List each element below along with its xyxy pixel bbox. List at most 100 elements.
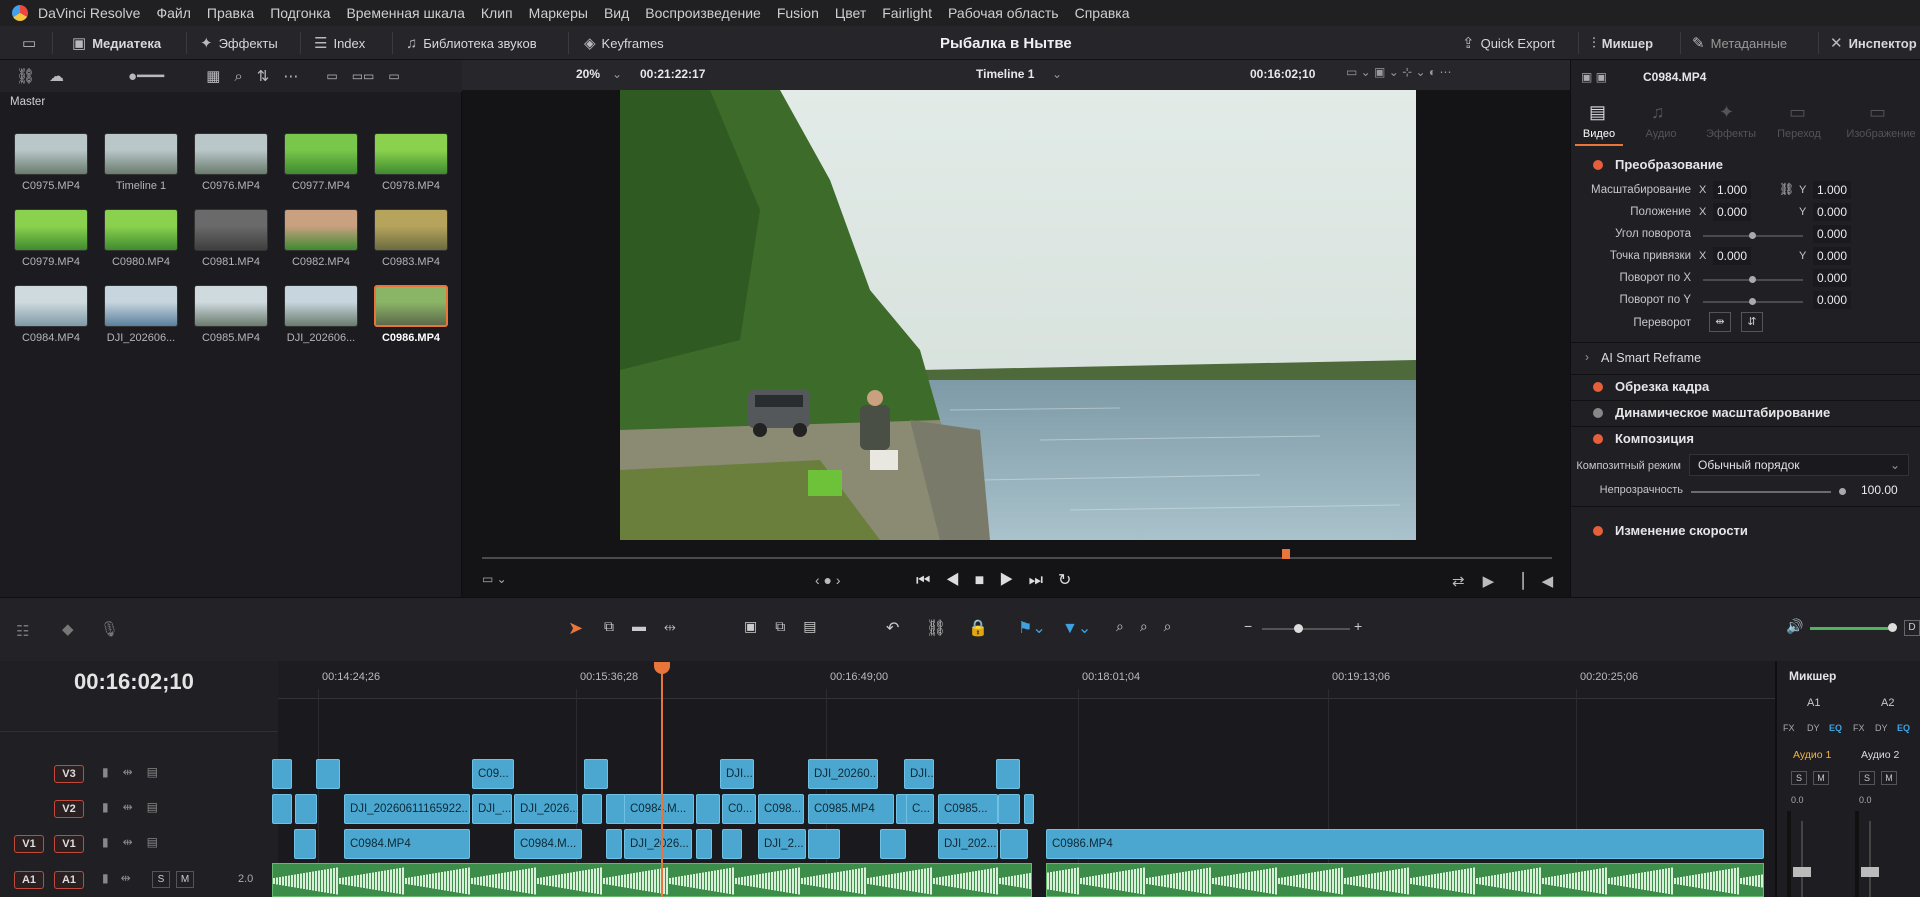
timeline-clip[interactable] bbox=[722, 829, 742, 859]
crop-mode-icon[interactable]: ▭ ⌄ bbox=[482, 572, 507, 586]
track-v1-controls[interactable]: ▮⇹▤ bbox=[102, 835, 172, 849]
media-clip-thumbnail[interactable]: Timeline 1 bbox=[104, 133, 178, 192]
media-clip-thumbnail[interactable]: C0978.MP4 bbox=[374, 133, 448, 192]
timeline-select[interactable]: Timeline 1 bbox=[976, 67, 1034, 81]
flip-vertical-icon[interactable]: ⇵ bbox=[1741, 312, 1763, 332]
jog-control[interactable]: ‹ ● › bbox=[815, 572, 841, 588]
linked-selection-icon[interactable]: ⛓ bbox=[926, 618, 946, 638]
zoom-mode-icons[interactable]: ⌕⌕⌕ bbox=[1116, 618, 1188, 635]
link-icon[interactable]: ⛓ bbox=[16, 69, 35, 84]
source-a1-label[interactable]: A1 bbox=[14, 871, 44, 889]
menu-clip[interactable]: Клип bbox=[481, 5, 513, 21]
link-icon[interactable]: ⛓ bbox=[1779, 182, 1794, 196]
media-clip-thumbnail[interactable]: C0975.MP4 bbox=[14, 133, 88, 192]
menu-timeline[interactable]: Временная шкала bbox=[346, 5, 464, 21]
media-clip-thumbnail[interactable]: C0984.MP4 bbox=[14, 285, 88, 344]
viewer-scrubber[interactable] bbox=[482, 557, 1552, 559]
timeline-clip[interactable] bbox=[808, 829, 840, 859]
search-icon[interactable]: ⌕ bbox=[234, 69, 242, 84]
master-volume-knob[interactable] bbox=[1888, 623, 1897, 632]
mixer-button[interactable]: ⫶ Микшер bbox=[1592, 33, 1653, 53]
menu-color[interactable]: Цвет bbox=[835, 5, 866, 21]
timeline-clip[interactable] bbox=[272, 794, 292, 824]
media-clip-thumbnail[interactable]: C0983.MP4 bbox=[374, 209, 448, 268]
media-clip-thumbnail[interactable]: C0977.MP4 bbox=[284, 133, 358, 192]
sort-icon[interactable]: ⇅ bbox=[257, 69, 270, 84]
menu-trim[interactable]: Подгонка bbox=[270, 5, 330, 21]
position-y-field[interactable]: 0.000 bbox=[1813, 203, 1852, 221]
timeline-clip[interactable]: DJI_2026... bbox=[624, 829, 692, 859]
timeline-clip[interactable]: C0... bbox=[722, 794, 756, 824]
metadata-button[interactable]: ✎ Метаданные bbox=[1692, 33, 1787, 53]
quick-export-button[interactable]: ⇪ Quick Export bbox=[1462, 33, 1555, 53]
smart-reframe-section[interactable]: AI Smart Reframe bbox=[1601, 351, 1701, 365]
inspector-button[interactable]: ✕ Инспектор bbox=[1830, 33, 1917, 53]
menu-file[interactable]: Файл bbox=[156, 5, 190, 21]
media-pool-button[interactable]: ▣ Медиатека bbox=[72, 33, 161, 53]
timeline-ruler[interactable] bbox=[278, 661, 1775, 699]
mixer-fader-track-ch2[interactable] bbox=[1869, 821, 1871, 897]
track-a1-solo-button[interactable]: S bbox=[152, 871, 170, 888]
menu-playback[interactable]: Воспроизведение bbox=[645, 5, 761, 21]
track-v1-label[interactable]: V1 bbox=[54, 835, 84, 853]
media-clip-thumbnail[interactable]: C0980.MP4 bbox=[104, 209, 178, 268]
timeline-clip[interactable] bbox=[998, 794, 1020, 824]
zoom-select[interactable]: 20% bbox=[576, 67, 600, 81]
anchor-y-field[interactable]: 0.000 bbox=[1813, 247, 1852, 265]
index-button[interactable]: ☰ Index bbox=[314, 33, 365, 53]
more-icon[interactable]: ⋯ bbox=[283, 69, 298, 84]
position-x-field[interactable]: 0.000 bbox=[1713, 203, 1752, 221]
zoom-out-icon[interactable]: − bbox=[1244, 618, 1252, 634]
timeline-clip[interactable]: DJI_20260... bbox=[808, 759, 878, 789]
timeline-clip[interactable]: C0984.M... bbox=[624, 794, 694, 824]
mixer-fader-ch2[interactable] bbox=[1861, 867, 1879, 877]
mixer-fx-ch1[interactable]: FX bbox=[1783, 723, 1795, 733]
snapping-magnet-icon[interactable]: ↶ bbox=[886, 618, 899, 638]
timeline-clip[interactable] bbox=[584, 759, 608, 789]
opacity-slider-knob[interactable] bbox=[1839, 488, 1846, 495]
panel-toggle-icon[interactable]: ▭ bbox=[22, 33, 36, 53]
timeline-clip[interactable]: DJI_202... bbox=[938, 829, 998, 859]
timeline-playhead[interactable] bbox=[661, 663, 663, 897]
timeline-zoom-slider[interactable] bbox=[1262, 628, 1350, 630]
timeline-clip[interactable] bbox=[606, 829, 622, 859]
dim-button[interactable]: D bbox=[1904, 620, 1920, 636]
track-a1-mute-button[interactable]: M bbox=[176, 871, 194, 888]
viewer-mode-icon[interactable]: ▭ bbox=[326, 70, 337, 82]
timeline-clip[interactable] bbox=[316, 759, 340, 789]
audio-clip[interactable] bbox=[272, 863, 1032, 897]
composite-toggle[interactable] bbox=[1593, 434, 1603, 444]
lock-icon[interactable]: 🔒 bbox=[968, 618, 988, 638]
timeline-clip[interactable] bbox=[1000, 829, 1028, 859]
cropping-toggle[interactable] bbox=[1593, 382, 1603, 392]
cloud-icon[interactable]: ☁ bbox=[49, 69, 64, 84]
zoom-in-icon[interactable]: + bbox=[1354, 618, 1362, 634]
single-viewer-icon[interactable]: ▭ bbox=[388, 70, 399, 82]
viewer-right-icons[interactable]: ⇄▶▕◀ bbox=[1452, 572, 1571, 590]
transport-controls[interactable]: ⏮◀■▶⏭↻ bbox=[916, 570, 1086, 590]
rotation-slider-knob[interactable] bbox=[1749, 232, 1756, 239]
timeline-clip[interactable] bbox=[606, 794, 626, 824]
timeline-clip[interactable] bbox=[294, 829, 316, 859]
anchor-x-field[interactable]: 0.000 bbox=[1713, 247, 1752, 265]
audio-clip[interactable] bbox=[1046, 863, 1764, 897]
track-v3-controls[interactable]: ▮⇹▤ bbox=[102, 765, 172, 779]
marker-icon[interactable]: ▼⌄ bbox=[1062, 618, 1091, 638]
mixer-ch2-mute[interactable]: M bbox=[1881, 771, 1897, 785]
timeline-clip[interactable] bbox=[880, 829, 906, 859]
yaw-slider-knob[interactable] bbox=[1749, 298, 1756, 305]
sound-library-button[interactable]: ♫ Библиотека звуков bbox=[406, 33, 537, 53]
menu-fairlight[interactable]: Fairlight bbox=[882, 5, 932, 21]
flip-horizontal-icon[interactable]: ⇹ bbox=[1709, 312, 1731, 332]
timeline-clip[interactable]: C0984.MP4 bbox=[344, 829, 470, 859]
menu-view[interactable]: Вид bbox=[604, 5, 629, 21]
timeline-clip[interactable] bbox=[696, 794, 720, 824]
mixer-dy-ch1[interactable]: DY bbox=[1807, 723, 1820, 733]
insert-overwrite-icons[interactable]: ▣⧉▤ bbox=[744, 618, 834, 635]
safe-area-icon[interactable]: ▭ ⌄ ▣ ⌄ ⊹ ⌄ ◐ ⋯ bbox=[1346, 65, 1451, 79]
opacity-slider[interactable] bbox=[1691, 491, 1831, 493]
timeline-clip[interactable]: C0984.M... bbox=[514, 829, 582, 859]
menu-workspace[interactable]: Рабочая область bbox=[948, 5, 1059, 21]
media-clip-thumbnail[interactable]: DJI_202606... bbox=[284, 285, 358, 344]
timeline-view-options-icon[interactable]: ☷ bbox=[16, 622, 29, 640]
